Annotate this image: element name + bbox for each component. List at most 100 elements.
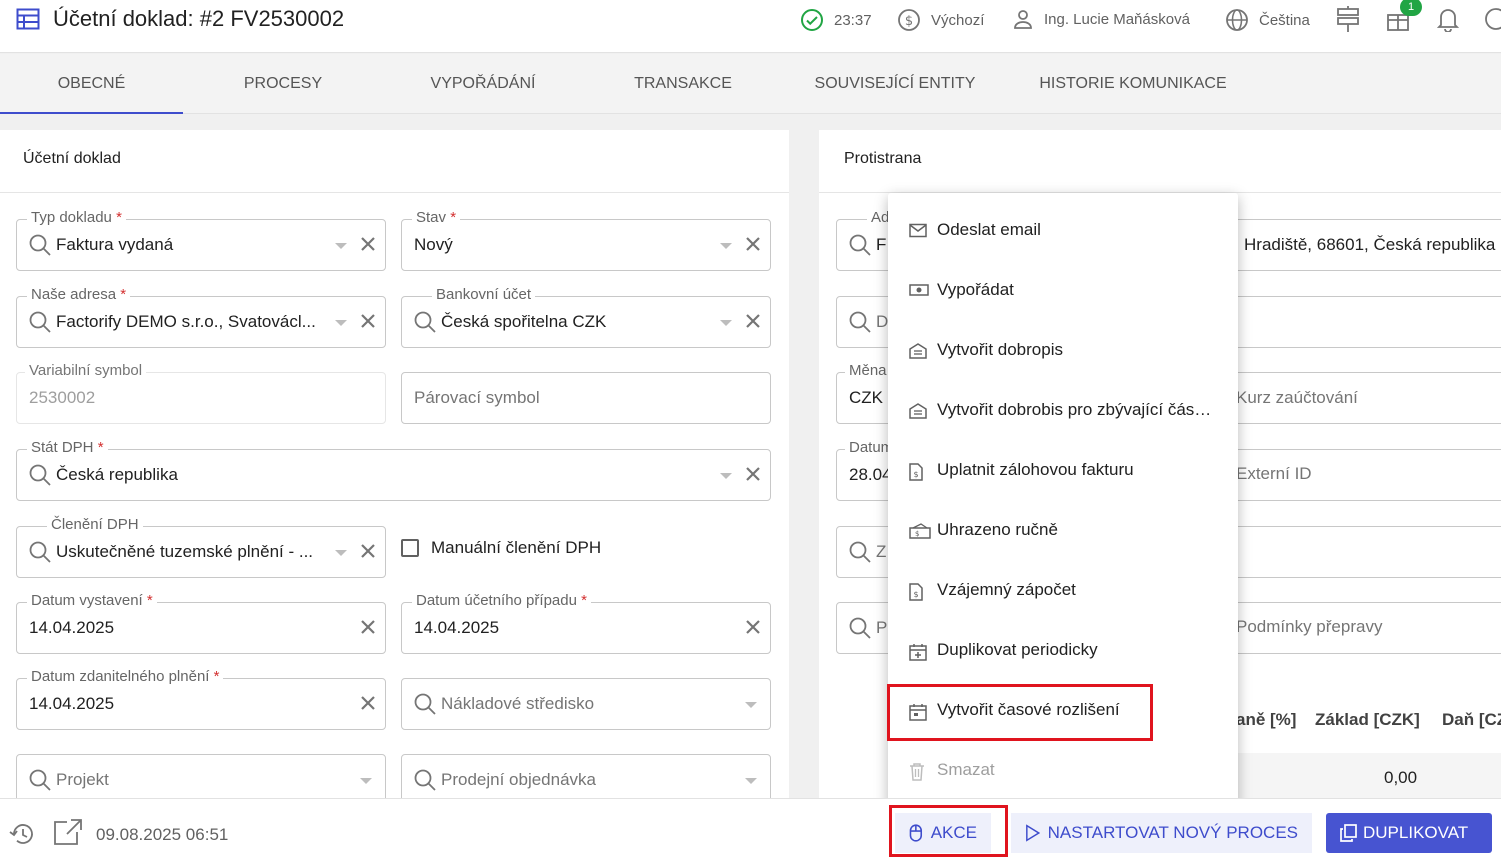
close-icon[interactable] <box>745 313 761 329</box>
date-value: 28.04 <box>849 465 892 484</box>
chevron-down-icon[interactable] <box>745 778 757 784</box>
tab-communication-history[interactable]: HISTORIE KOMUNIKACE <box>1030 54 1236 114</box>
search-icon <box>29 464 51 486</box>
close-icon[interactable] <box>360 236 376 252</box>
col-tax-rate-header: aně [%] <box>1236 710 1297 729</box>
tab-transactions[interactable]: TRANSAKCE <box>600 54 766 114</box>
divider <box>0 192 789 193</box>
svg-text:$: $ <box>913 590 918 599</box>
chevron-down-icon[interactable] <box>335 320 347 326</box>
search-icon <box>849 541 871 563</box>
search-icon <box>29 234 51 256</box>
copy-icon <box>1340 824 1357 842</box>
user-menu[interactable]: Ing. Lucie Maňásková <box>1012 8 1190 30</box>
email-icon <box>909 223 927 238</box>
taxable-date-field[interactable]: Datum zdanitelného plnění * 14.04.2025 <box>16 668 386 730</box>
help-icon[interactable] <box>1484 6 1501 32</box>
tab-related-entities[interactable]: SOUVISEJÍCÍ ENTITY <box>795 54 995 114</box>
start-new-process-button[interactable]: NASTARTOVAT NOVÝ PROCES <box>1011 813 1312 853</box>
vat-country-label: Stát DPH <box>31 439 94 456</box>
search-icon <box>849 234 871 256</box>
cost-center-placeholder: Nákladové středisko <box>441 694 595 713</box>
project-placeholder: Projekt <box>56 770 109 789</box>
last-modified-timestamp: 09.08.2025 06:51 <box>96 825 229 844</box>
search-icon <box>29 311 51 333</box>
menu-item-create-credit-note-remaining[interactable]: Vytvořit dobrobis pro zbývající čás… <box>888 381 1238 441</box>
tab-settlement[interactable]: VYPOŘÁDÁNÍ <box>400 54 566 114</box>
our-address-label: Naše adresa <box>31 286 117 303</box>
accounting-date-label: Datum účetního případu <box>416 592 577 609</box>
menu-item-send-email[interactable]: Odeslat email <box>888 201 1238 261</box>
svg-text:$: $ <box>913 470 918 479</box>
field-6-placeholder: P <box>876 618 888 637</box>
transport-terms-placeholder[interactable]: Podmínky přepravy <box>1236 617 1382 637</box>
search-icon <box>414 693 436 715</box>
totals-row <box>1238 753 1501 798</box>
close-icon[interactable] <box>360 543 376 559</box>
close-icon[interactable] <box>360 313 376 329</box>
vat-classification-field[interactable]: Členění DPH Uskutečněné tuzemské plnění … <box>16 516 386 578</box>
duplicate-button[interactable]: DUPLIKOVAT <box>1326 813 1492 853</box>
vat-country-value: Česká republika <box>56 465 178 484</box>
table-icon <box>16 8 40 30</box>
highlight-actions-button <box>889 805 1008 857</box>
field-5-placeholder: Z <box>876 542 887 561</box>
history-icon[interactable] <box>9 822 35 846</box>
cash-icon: $ <box>909 523 931 539</box>
chevron-down-icon[interactable] <box>720 320 732 326</box>
our-address-field[interactable]: Naše adresa * Factorify DEMO s.r.o., Sva… <box>16 286 386 348</box>
exchange-rate-placeholder[interactable]: Kurz zaúčtování <box>1236 388 1358 408</box>
issue-date-field[interactable]: Datum vystavení * 14.04.2025 <box>16 592 386 654</box>
export-icon[interactable] <box>53 818 83 846</box>
chevron-down-icon[interactable] <box>720 473 732 479</box>
signpost-icon[interactable] <box>1336 6 1360 32</box>
menu-item-duplicate-periodically[interactable]: Duplikovat periodicky <box>888 621 1238 681</box>
pricing-selector[interactable]: $ Výchozí <box>897 8 984 32</box>
vat-classification-value: Uskutečněné tuzemské plnění - ... <box>56 542 314 561</box>
accounting-date-value: 14.04.2025 <box>414 618 500 637</box>
close-icon[interactable] <box>360 619 376 635</box>
chevron-down-icon[interactable] <box>335 550 347 556</box>
search-icon <box>849 617 871 639</box>
menu-item-apply-advance-invoice[interactable]: $ Uplatnit zálohovou fakturu <box>888 441 1238 501</box>
search-icon <box>849 311 871 333</box>
manual-vat-checkbox[interactable] <box>401 539 419 557</box>
col-base-header: Základ [CZK] <box>1315 710 1420 729</box>
bank-account-field[interactable]: Bankovní účet Česká spořitelna CZK <box>401 286 771 348</box>
user-icon <box>1014 10 1032 29</box>
chevron-down-icon[interactable] <box>360 778 372 784</box>
close-icon[interactable] <box>360 695 376 711</box>
doc-type-field[interactable]: Typ dokladu * Faktura vydaná <box>16 209 386 271</box>
address-value: F <box>876 235 887 254</box>
close-icon[interactable] <box>745 236 761 252</box>
bell-icon[interactable] <box>1437 6 1459 32</box>
menu-item-settle[interactable]: Vypořádat <box>888 261 1238 321</box>
page-title: Účetní doklad: #2 FV2530002 <box>53 6 345 31</box>
status-field[interactable]: Stav * Nový <box>401 209 771 271</box>
bank-account-value: Česká spořitelna CZK <box>441 312 607 331</box>
address-value-continued: Hradiště, 68601, Česká republika <box>1244 235 1496 254</box>
bank-account-label: Bankovní účet <box>432 286 536 303</box>
chevron-down-icon[interactable] <box>335 243 347 249</box>
search-icon <box>414 311 436 333</box>
tab-processes[interactable]: PROCESY <box>200 54 366 114</box>
menu-item-create-credit-note[interactable]: Vytvořit dobropis <box>888 321 1238 381</box>
vat-country-field[interactable]: Stát DPH * Česká republika <box>16 439 771 501</box>
chevron-down-icon[interactable] <box>720 243 732 249</box>
invoice-icon: $ <box>909 583 923 601</box>
language-selector[interactable]: Čeština <box>1225 8 1310 32</box>
highlight-create-accrual <box>887 684 1153 741</box>
tab-general[interactable]: OBECNÉ <box>0 54 183 114</box>
chevron-down-icon[interactable] <box>745 702 757 708</box>
pairing-symbol-input[interactable]: Párovací symbol <box>401 372 771 424</box>
menu-item-paid-manually[interactable]: $ Uhrazeno ručně <box>888 501 1238 561</box>
vat-classification-label: Členění DPH <box>47 516 143 533</box>
cost-center-field[interactable]: Nákladové středisko <box>401 678 771 730</box>
external-id-placeholder[interactable]: Externí ID <box>1236 464 1312 484</box>
close-icon[interactable] <box>745 466 761 482</box>
menu-item-mutual-offset[interactable]: $ Vzájemný zápočet <box>888 561 1238 621</box>
close-icon[interactable] <box>745 619 761 635</box>
accounting-date-field[interactable]: Datum účetního případu * 14.04.2025 <box>401 592 771 654</box>
panel-title: Protistrana <box>844 150 922 167</box>
panel-title: Účetní doklad <box>23 150 121 167</box>
